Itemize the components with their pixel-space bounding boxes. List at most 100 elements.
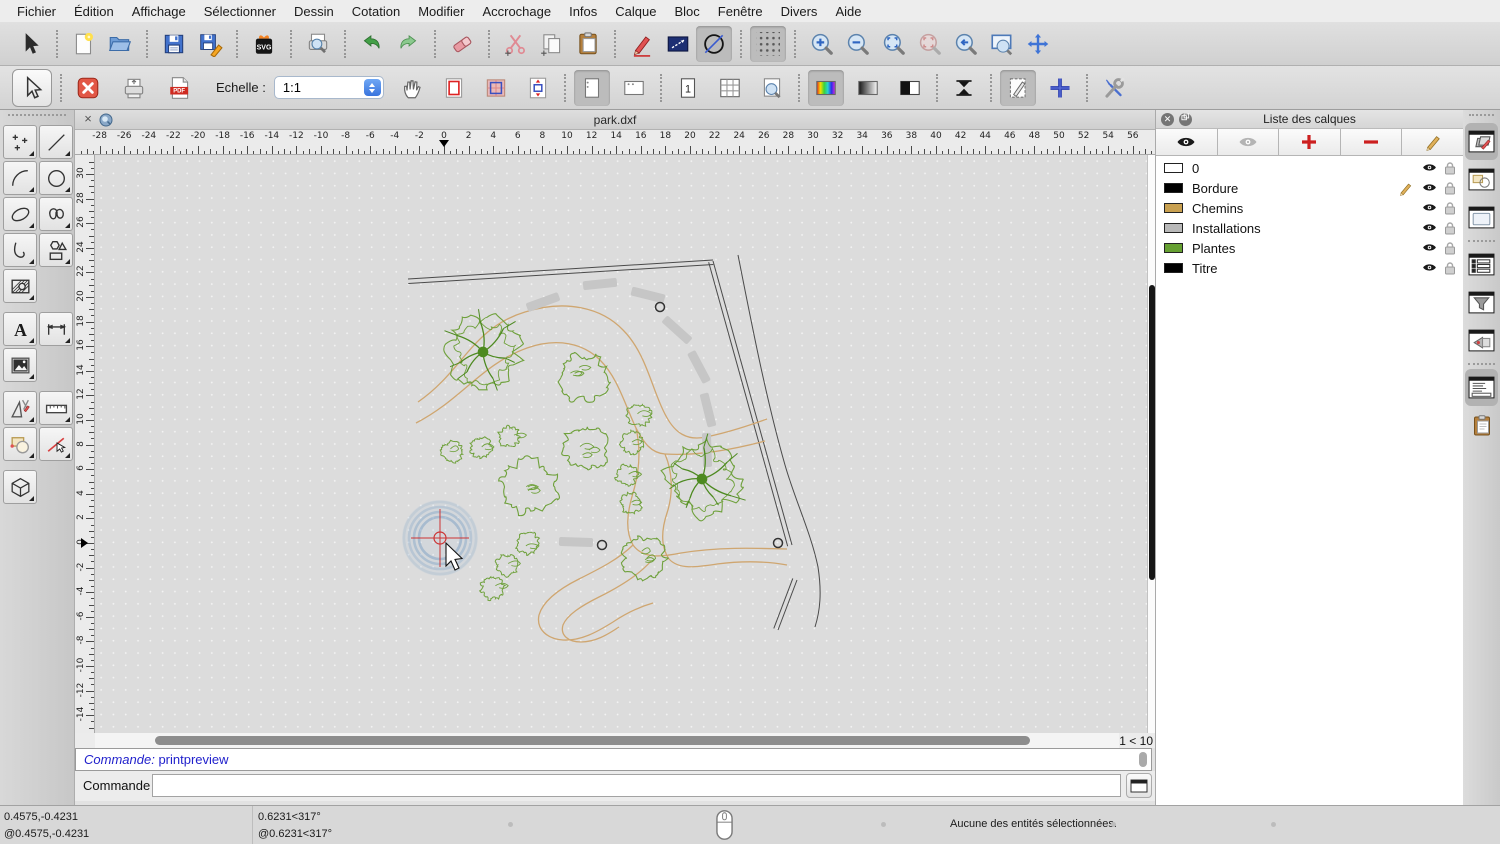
layer-row[interactable]: Plantes (1156, 238, 1463, 258)
menu-fenetre[interactable]: Fenêtre (709, 4, 772, 19)
redo-button[interactable] (390, 26, 426, 62)
move-paper-button[interactable] (394, 70, 430, 106)
layer-color-swatch[interactable] (1164, 203, 1183, 213)
layer-color-swatch[interactable] (1164, 183, 1183, 193)
dock-block-list-button[interactable] (1465, 161, 1498, 198)
palette-drag-handle[interactable] (8, 114, 66, 116)
menu-cotation[interactable]: Cotation (343, 4, 409, 19)
draft-mode-button[interactable] (999, 69, 1036, 106)
measure-tool[interactable] (39, 391, 73, 425)
scale-select[interactable]: 1:1 (273, 76, 384, 99)
vertical-scrollbar[interactable] (1147, 155, 1155, 733)
menu-affichage[interactable]: Affichage (123, 4, 195, 19)
layer-lock-toggle[interactable] (1444, 221, 1456, 238)
layer-row[interactable]: 0 (1156, 158, 1463, 178)
point-tool[interactable] (3, 125, 37, 159)
export-pdf-button[interactable]: PDF (162, 70, 198, 106)
arc-tool[interactable] (3, 161, 37, 195)
circle-slash-button[interactable] (696, 25, 732, 62)
remove-layer-button[interactable] (1340, 129, 1403, 155)
single-page-button[interactable]: 1 (670, 70, 706, 106)
layer-color-swatch[interactable] (1164, 243, 1183, 253)
menu-dessin[interactable]: Dessin (285, 4, 343, 19)
cut-button[interactable] (498, 26, 534, 62)
print-preview-button[interactable] (300, 26, 336, 62)
menu-infos[interactable]: Infos (560, 4, 606, 19)
open-document-button[interactable] (102, 26, 138, 62)
horizontal-scrollbar-thumb[interactable] (155, 736, 1030, 745)
new-document-button[interactable] (66, 26, 102, 62)
zoom-pan-button[interactable] (1020, 26, 1056, 62)
solid-tool[interactable] (3, 470, 37, 504)
command-input[interactable] (152, 774, 1121, 797)
stepper-icon[interactable] (363, 79, 381, 96)
layer-visibility-toggle[interactable] (1422, 261, 1437, 276)
hatch-tool[interactable] (3, 269, 37, 303)
fit-paper-button[interactable] (520, 70, 556, 106)
menu-edition[interactable]: Édition (65, 4, 123, 19)
menu-aide[interactable]: Aide (826, 4, 870, 19)
menu-modifier[interactable]: Modifier (409, 4, 473, 19)
line-tool[interactable] (39, 125, 73, 159)
save-as-button[interactable] (192, 26, 228, 62)
layer-color-swatch[interactable] (1164, 223, 1183, 233)
zoom-page-button[interactable] (754, 70, 790, 106)
layer-lock-toggle[interactable] (1444, 201, 1456, 218)
layer-visibility-toggle[interactable] (1422, 241, 1437, 256)
pointer-select-button[interactable] (12, 68, 52, 107)
dock-selection-filter-button[interactable] (1465, 284, 1498, 321)
settings-button[interactable] (1096, 70, 1132, 106)
layer-visibility-toggle[interactable] (1422, 221, 1437, 236)
dock-clipboard-button[interactable] (1465, 407, 1498, 444)
layer-row[interactable]: Bordure (1156, 178, 1463, 198)
panel-close-icon[interactable]: ✕ (1161, 113, 1174, 126)
layer-visibility-toggle[interactable] (1422, 161, 1437, 176)
paper-tiles-button[interactable] (478, 70, 514, 106)
draw-pen-button[interactable] (624, 26, 660, 62)
zoom-in-button[interactable] (804, 26, 840, 62)
layer-color-swatch[interactable] (1164, 163, 1183, 173)
dimension-tool[interactable] (39, 312, 73, 346)
dock-drag-handle[interactable] (1469, 114, 1494, 116)
layer-lock-toggle[interactable] (1444, 241, 1456, 258)
full-color-button[interactable] (807, 69, 844, 106)
order-tool[interactable] (3, 427, 37, 461)
save-button[interactable] (156, 26, 192, 62)
layer-lock-toggle[interactable] (1444, 181, 1456, 198)
paste-button[interactable] (570, 26, 606, 62)
circle-tool[interactable] (39, 161, 73, 195)
spline-tool[interactable] (39, 197, 73, 231)
reference-points-button[interactable] (1042, 70, 1078, 106)
image-tool[interactable] (3, 348, 37, 382)
text-tool[interactable]: A (3, 312, 37, 346)
menu-fichier[interactable]: Fichier (8, 4, 65, 19)
line-box-button[interactable] (660, 26, 696, 62)
zoom-auto-button[interactable] (876, 26, 912, 62)
paper-border-button[interactable] (436, 70, 472, 106)
add-layer-button[interactable] (1279, 129, 1341, 155)
close-print-preview-button[interactable] (70, 70, 106, 106)
copy-button[interactable] (534, 26, 570, 62)
print-button[interactable] (116, 70, 152, 106)
polyline-tool[interactable] (3, 233, 37, 267)
show-all-layers-button[interactable] (1156, 129, 1218, 155)
dock-property-editor-button[interactable] (1465, 322, 1498, 359)
dock-command-line-button[interactable] (1465, 369, 1498, 406)
edit-layer-button[interactable] (1402, 129, 1463, 155)
black-white-button[interactable] (892, 70, 928, 106)
menu-accrochage[interactable]: Accrochage (473, 4, 560, 19)
pointer-tool-button[interactable] (12, 26, 48, 62)
drawing-canvas[interactable] (95, 155, 1147, 733)
menu-calque[interactable]: Calque (606, 4, 665, 19)
menu-bloc[interactable]: Bloc (665, 4, 708, 19)
dock-library-browser-button[interactable] (1465, 199, 1498, 236)
zoom-previous-button[interactable] (948, 26, 984, 62)
multi-page-button[interactable] (712, 70, 748, 106)
menu-divers[interactable]: Divers (772, 4, 827, 19)
layer-row[interactable]: Installations (1156, 218, 1463, 238)
menu-selectionner[interactable]: Sélectionner (195, 4, 285, 19)
modify-tool[interactable] (39, 427, 73, 461)
grayscale-button[interactable] (850, 70, 886, 106)
shape-tool[interactable] (39, 233, 73, 267)
zoom-selection-button[interactable] (912, 26, 948, 62)
